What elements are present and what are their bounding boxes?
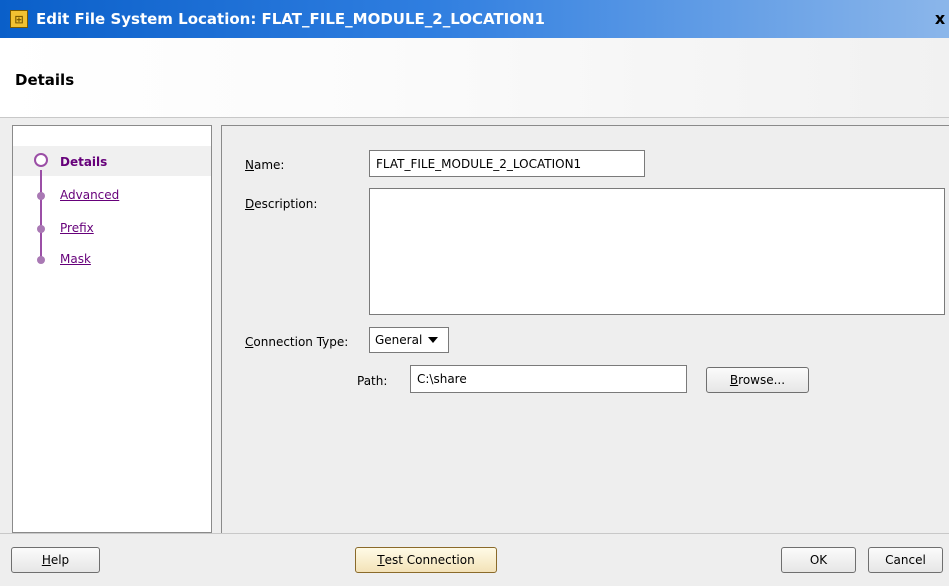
step-current-icon	[34, 153, 48, 167]
help-button[interactable]: Help	[11, 547, 100, 573]
description-label-text: escription:	[254, 197, 318, 211]
chevron-down-icon	[428, 337, 439, 343]
step-dot-icon	[37, 256, 45, 264]
test-connection-label-mnemonic: T	[377, 553, 385, 567]
connection-type-value: General	[375, 333, 423, 347]
browse-button[interactable]: Browse...	[706, 367, 809, 393]
page-title: Details	[15, 71, 75, 89]
close-icon[interactable]: x	[933, 11, 947, 27]
description-field[interactable]	[369, 188, 945, 315]
window-titlebar: ⊞ Edit File System Location: FLAT_FILE_M…	[0, 0, 949, 38]
description-label-mnemonic: D	[245, 197, 255, 211]
window-title: Edit File System Location: FLAT_FILE_MOD…	[36, 10, 545, 28]
step-dot-icon	[37, 225, 45, 233]
name-field[interactable]: FLAT_FILE_MODULE_2_LOCATION1	[369, 150, 645, 177]
step-advanced[interactable]: Advanced	[60, 188, 119, 202]
step-mask[interactable]: Mask	[60, 252, 91, 266]
name-label-text: ame:	[253, 158, 285, 172]
step-prefix[interactable]: Prefix	[60, 221, 94, 235]
steps-panel: Details Advanced Prefix Mask	[12, 125, 212, 533]
help-label-text: elp	[50, 553, 70, 567]
path-label: Path:	[357, 374, 388, 388]
path-field[interactable]: C:\share	[410, 365, 687, 393]
name-label-mnemonic: N	[245, 158, 254, 172]
dialog-app-icon: ⊞	[10, 10, 28, 28]
connection-type-label-text: onnection Type:	[253, 335, 349, 349]
browse-label-text: rowse...	[738, 373, 786, 387]
ok-button[interactable]: OK	[781, 547, 856, 573]
step-details[interactable]: Details	[60, 155, 107, 169]
step-dot-icon	[37, 192, 45, 200]
browse-label-mnemonic: B	[729, 373, 739, 387]
test-connection-button[interactable]: Test Connection	[355, 547, 497, 573]
help-label-mnemonic: H	[41, 553, 51, 567]
test-connection-label-text: est Connection	[384, 553, 475, 567]
connection-type-select[interactable]: General	[369, 327, 449, 353]
dialog-footer: Help Test Connection OK Cancel	[0, 533, 949, 586]
page-header: Details	[0, 38, 949, 118]
description-label: Description:	[245, 197, 317, 211]
cancel-button[interactable]: Cancel	[868, 547, 943, 573]
steps-connector-line	[40, 170, 42, 258]
form-panel: Name: FLAT_FILE_MODULE_2_LOCATION1 Descr…	[221, 125, 949, 533]
connection-type-label: Connection Type:	[245, 335, 348, 349]
name-label: Name:	[245, 158, 284, 172]
